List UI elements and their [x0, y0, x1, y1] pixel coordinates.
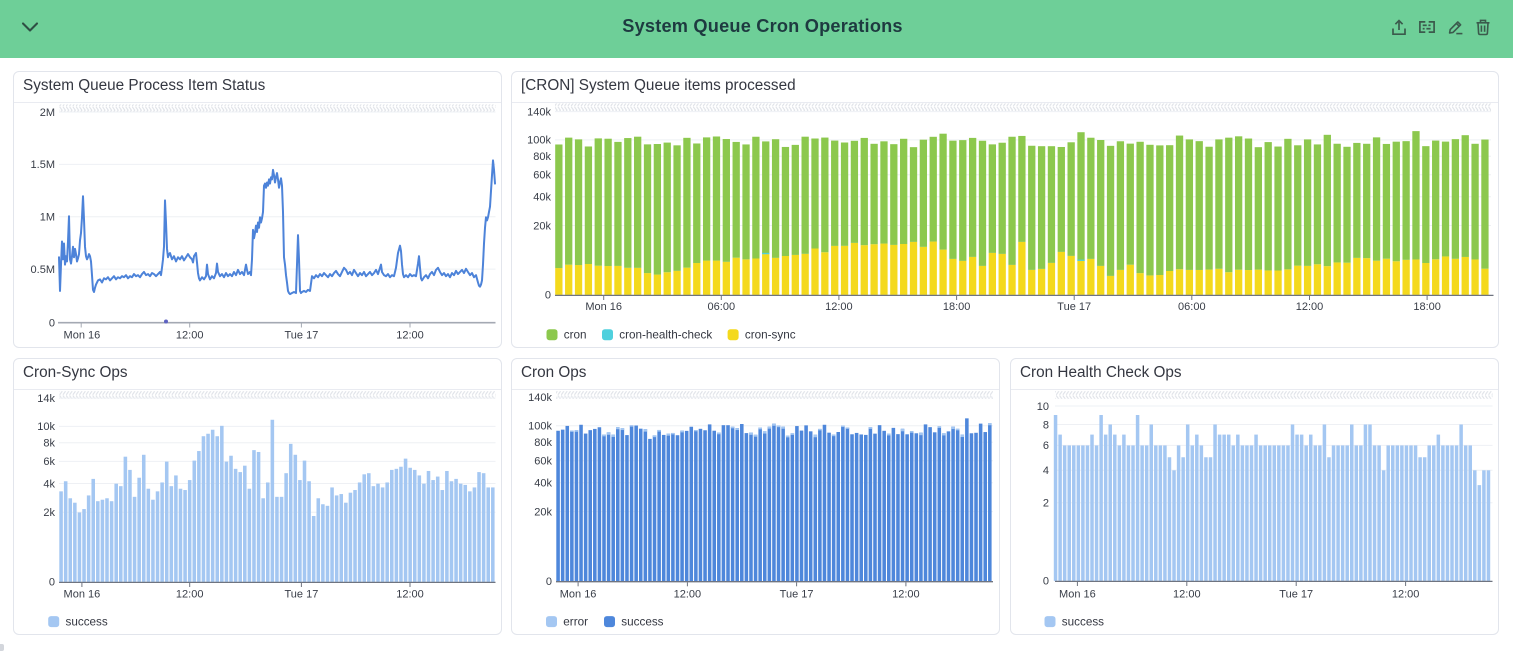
svg-text:06:00: 06:00 [708, 301, 736, 313]
svg-text:20k: 20k [534, 506, 552, 518]
svg-text:6: 6 [1043, 440, 1049, 452]
svg-text:10k: 10k [37, 421, 55, 433]
svg-text:12:00: 12:00 [396, 329, 424, 341]
svg-text:18:00: 18:00 [943, 301, 971, 313]
svg-text:1.5M: 1.5M [31, 159, 55, 171]
svg-text:40k: 40k [533, 192, 551, 204]
svg-text:0: 0 [49, 317, 55, 329]
svg-text:8k: 8k [43, 438, 55, 450]
svg-text:Tue 17: Tue 17 [1057, 301, 1091, 313]
svg-text:Mon 16: Mon 16 [64, 329, 101, 341]
svg-text:cron-health-check: cron-health-check [619, 329, 712, 342]
svg-text:18:00: 18:00 [1413, 301, 1441, 313]
svg-text:80k: 80k [534, 437, 552, 449]
svg-text:20k: 20k [533, 220, 551, 232]
svg-text:8: 8 [1043, 419, 1049, 431]
svg-text:0.5M: 0.5M [31, 264, 55, 276]
svg-text:12:00: 12:00 [674, 588, 702, 600]
svg-text:12:00: 12:00 [176, 329, 204, 341]
svg-text:40k: 40k [534, 478, 552, 490]
svg-text:cron-sync: cron-sync [745, 329, 796, 342]
svg-text:100k: 100k [527, 135, 551, 147]
svg-text:0: 0 [545, 290, 551, 302]
svg-text:success: success [621, 616, 663, 629]
svg-text:100k: 100k [528, 421, 552, 433]
svg-text:60k: 60k [533, 170, 551, 182]
svg-text:Mon 16: Mon 16 [560, 588, 597, 600]
svg-text:14k: 14k [37, 393, 55, 405]
svg-text:4k: 4k [43, 478, 55, 490]
svg-text:Mon 16: Mon 16 [64, 588, 101, 600]
svg-text:80k: 80k [533, 151, 551, 163]
svg-text:12:00: 12:00 [892, 588, 920, 600]
svg-text:success: success [1062, 616, 1104, 629]
svg-text:12:00: 12:00 [176, 588, 204, 600]
svg-text:2k: 2k [43, 507, 55, 519]
svg-text:140k: 140k [528, 392, 552, 404]
svg-text:12:00: 12:00 [1296, 301, 1324, 313]
svg-text:Tue 17: Tue 17 [284, 588, 318, 600]
svg-text:12:00: 12:00 [1173, 588, 1201, 600]
svg-text:Tue 17: Tue 17 [1279, 588, 1313, 600]
svg-text:Tue 17: Tue 17 [780, 588, 814, 600]
svg-text:Mon 16: Mon 16 [585, 301, 622, 313]
svg-text:12:00: 12:00 [825, 301, 853, 313]
svg-text:0: 0 [49, 577, 55, 589]
svg-text:12:00: 12:00 [1392, 588, 1420, 600]
svg-text:Tue 17: Tue 17 [284, 329, 318, 341]
svg-text:12:00: 12:00 [396, 588, 424, 600]
svg-text:2: 2 [1043, 498, 1049, 510]
svg-text:cron: cron [564, 329, 587, 342]
svg-text:10: 10 [1037, 401, 1049, 413]
svg-text:2M: 2M [40, 107, 55, 119]
svg-text:6k: 6k [43, 456, 55, 468]
svg-text:140k: 140k [527, 106, 551, 118]
svg-text:0: 0 [1043, 576, 1049, 588]
svg-text:Mon 16: Mon 16 [1059, 588, 1096, 600]
svg-text:06:00: 06:00 [1178, 301, 1206, 313]
svg-text:60k: 60k [534, 456, 552, 468]
svg-text:error: error [563, 616, 588, 629]
svg-text:1M: 1M [40, 212, 55, 224]
svg-text:success: success [66, 616, 108, 629]
svg-text:4: 4 [1043, 465, 1049, 477]
svg-text:0: 0 [546, 576, 552, 588]
